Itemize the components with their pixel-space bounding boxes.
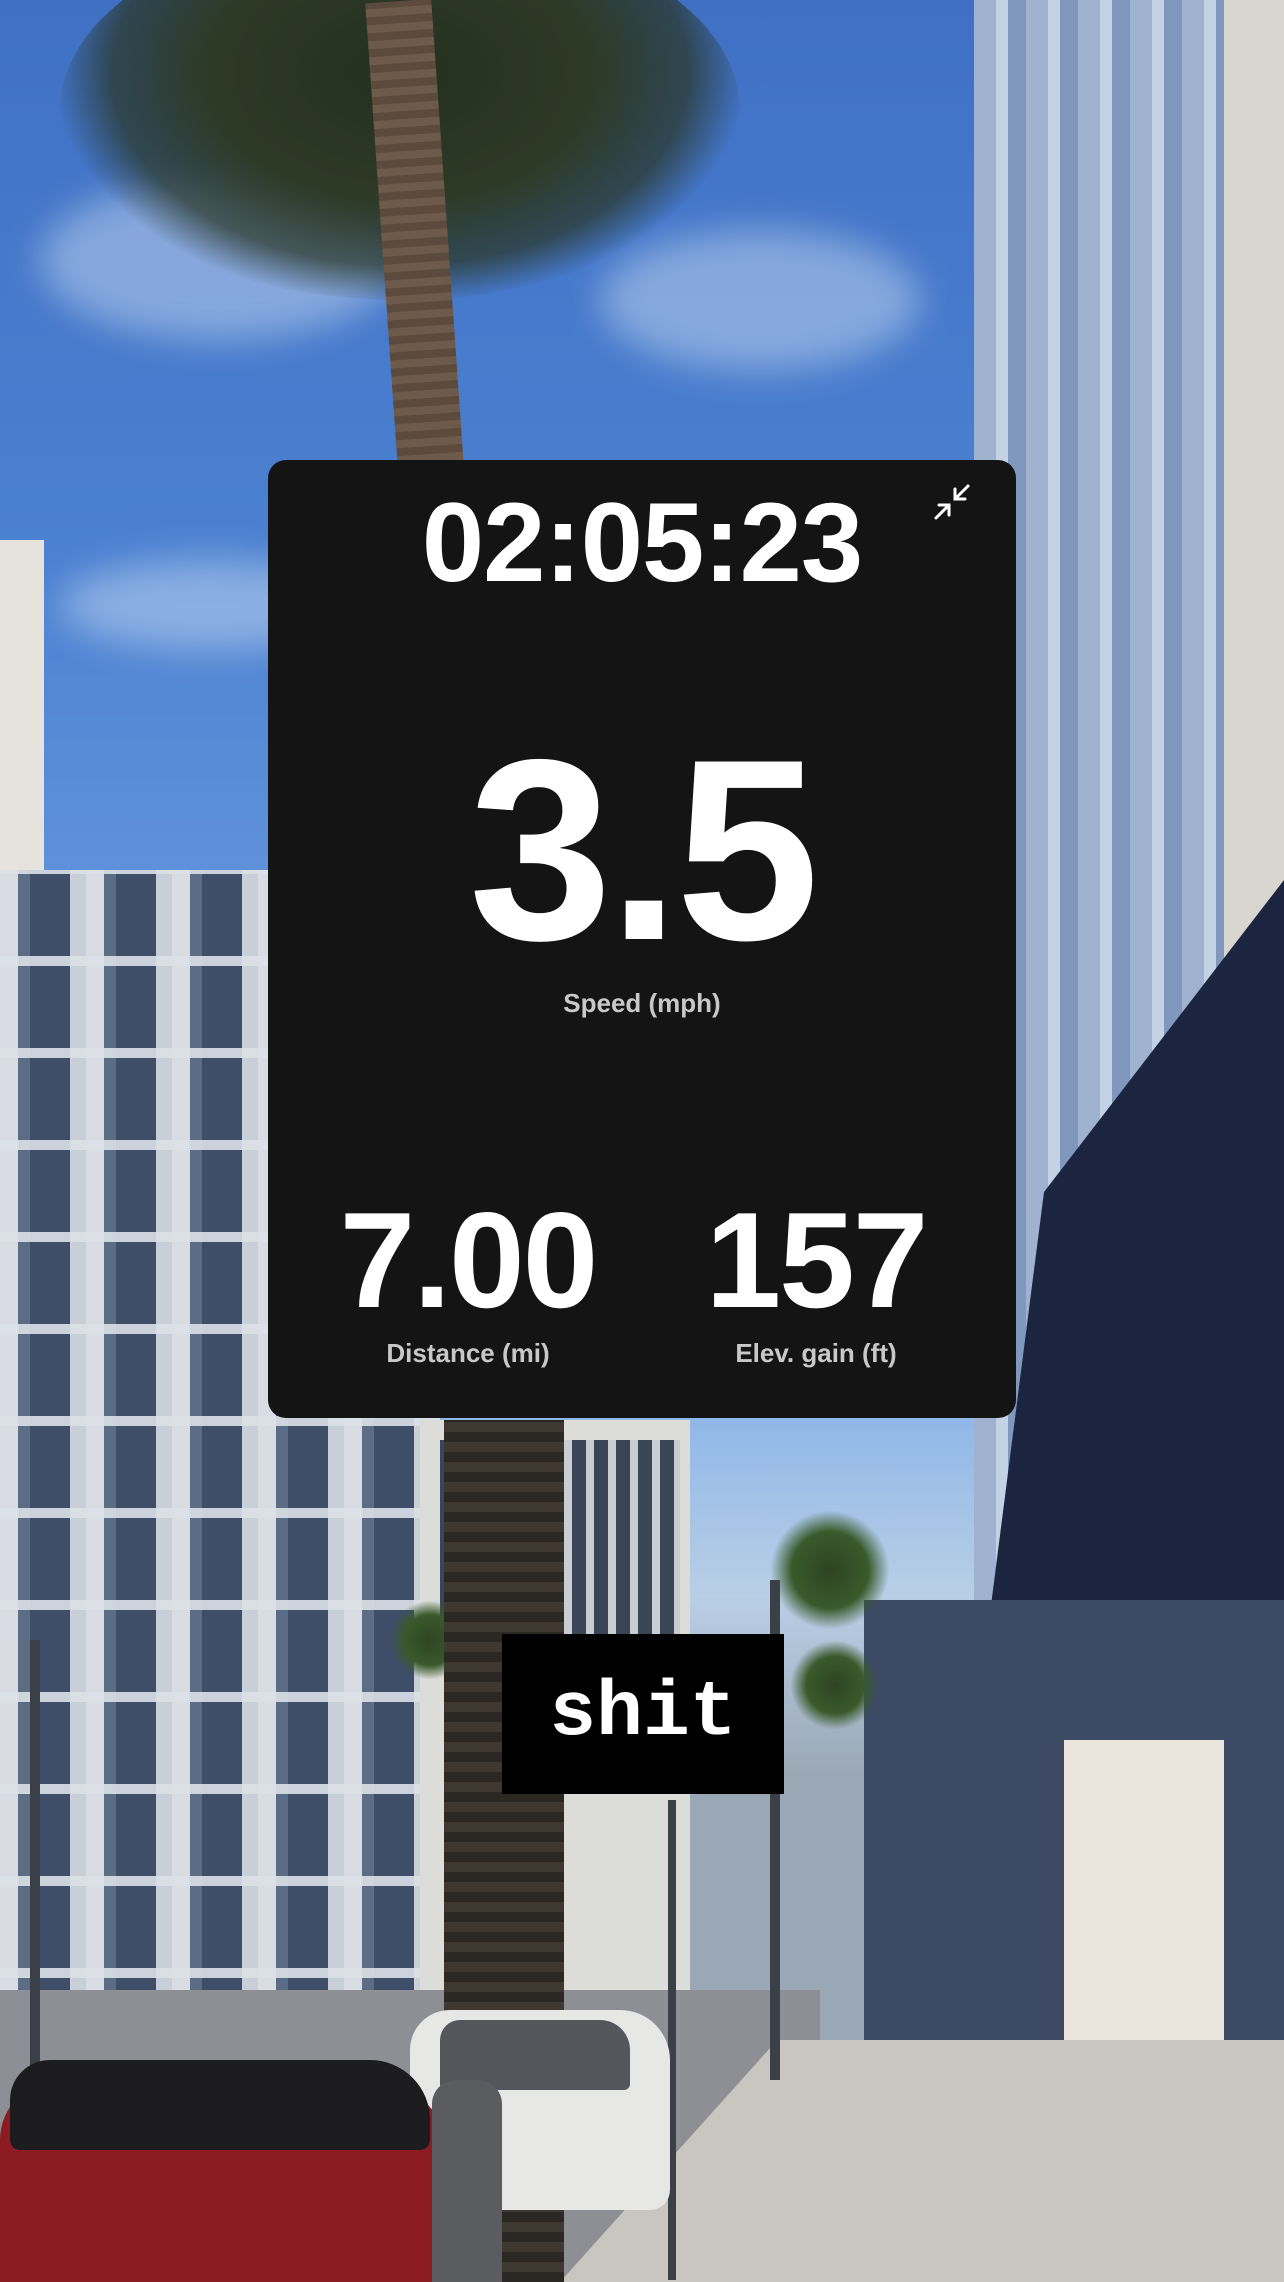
car-roof xyxy=(10,2060,430,2150)
collapse-button[interactable] xyxy=(928,480,976,528)
caption-text: shit xyxy=(502,1634,784,1794)
elapsed-time: 02:05:23 xyxy=(421,480,863,605)
cloud xyxy=(600,230,920,370)
collapse-arrows-icon xyxy=(932,482,972,527)
elevation-gain-label: Elev. gain (ft) xyxy=(735,1338,897,1368)
sign-pole xyxy=(668,1800,676,2280)
workout-stats-card: 02:05:23 3.5 Speed (mph) 7.00 Distance (… xyxy=(268,460,1016,1418)
speed-label: Speed (mph) xyxy=(563,988,721,1018)
light-pole xyxy=(30,1640,40,2080)
speed-value: 3.5 xyxy=(468,705,820,994)
parking-meter xyxy=(432,2080,502,2282)
distance-label: Distance (mi) xyxy=(386,1338,550,1368)
elevation-gain-stat: 157 Elev. gain (ft) xyxy=(656,1190,976,1369)
distance-stat: 7.00 Distance (mi) xyxy=(308,1190,628,1369)
elevation-gain-value: 157 xyxy=(705,1184,929,1336)
distance-value: 7.00 xyxy=(339,1184,599,1336)
palm-tree xyxy=(790,1640,880,1730)
palm-tree xyxy=(770,1510,890,1630)
